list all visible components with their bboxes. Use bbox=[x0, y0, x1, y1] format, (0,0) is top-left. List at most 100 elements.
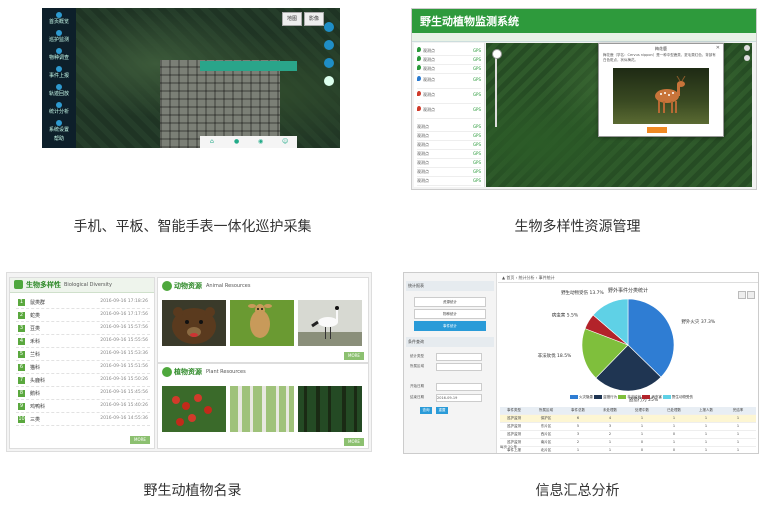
sidebar-item[interactable]: 轨迹回放 bbox=[44, 84, 74, 98]
sidebar-item[interactable]: 帮助 bbox=[44, 136, 74, 143]
more-button[interactable]: MORE bbox=[344, 438, 364, 446]
list-item[interactable]: 3 豆类 2016-09-16 15:57:56 bbox=[16, 324, 150, 335]
phone-header-bar bbox=[200, 61, 297, 71]
region-select[interactable] bbox=[436, 363, 482, 371]
pin-icon bbox=[417, 65, 421, 70]
stat-type-select[interactable] bbox=[436, 353, 482, 361]
biodiversity-title: 生物多样性 bbox=[26, 281, 61, 289]
map-layer-button[interactable]: 地图 bbox=[282, 12, 302, 26]
list-item[interactable]: 观测点 GPS bbox=[417, 159, 481, 168]
sidebar-item[interactable]: 物种调查 bbox=[44, 48, 74, 62]
birch-forest-photo[interactable] bbox=[230, 386, 294, 432]
list-item[interactable]: 1 鼠类群 2016-09-16 17:18:26 bbox=[16, 298, 150, 309]
zoom-in-icon[interactable] bbox=[324, 76, 334, 86]
list-item[interactable]: 4 禾科 2016-09-16 15:55:56 bbox=[16, 337, 150, 348]
camera-icon[interactable]: ◉ bbox=[258, 138, 263, 145]
deer-photo[interactable] bbox=[230, 300, 294, 346]
list-item[interactable]: 8 鹅科 2016-09-16 15:45:56 bbox=[16, 389, 150, 400]
more-button[interactable]: MORE bbox=[130, 436, 150, 444]
sidebar-item[interactable]: 巡护监测 bbox=[44, 30, 74, 44]
table-row[interactable]: 巡护监测 南片区 2 1 0 1 1 1 bbox=[500, 439, 756, 447]
pie-label: 野生动物受伤 13.7% bbox=[561, 289, 604, 296]
list-item[interactable]: 2 蛇类 2016-09-16 17:17:56 bbox=[16, 311, 150, 322]
list-item[interactable]: 观测点 GPS bbox=[417, 150, 481, 159]
table-header: 事件类型 所属区域 事件总数 未处理数 处理中数 已处理数 上报人数 完结率 bbox=[500, 407, 756, 415]
image-layer-button[interactable]: 影像 bbox=[304, 12, 324, 26]
start-date-input[interactable] bbox=[436, 383, 482, 391]
list-item[interactable]: 观测点 GPS bbox=[417, 168, 481, 177]
list-item[interactable]: 观测点 GPS bbox=[417, 106, 481, 119]
list-item[interactable]: 观测点 GPS bbox=[417, 56, 481, 65]
plant-subtitle: Plant Resources bbox=[206, 369, 246, 375]
resource-stats-button[interactable]: 资源统计 bbox=[414, 297, 486, 307]
home-icon[interactable]: ⌂ bbox=[210, 138, 214, 145]
list-item[interactable]: 观测点 GPS bbox=[417, 132, 481, 141]
berries-photo[interactable] bbox=[162, 386, 226, 432]
close-icon[interactable]: ✕ bbox=[716, 45, 720, 51]
detail-button[interactable] bbox=[647, 127, 667, 133]
list-item[interactable]: 10 三类 2016-09-16 14:55:36 bbox=[16, 415, 150, 426]
pager[interactable]: 每页 20 条 bbox=[500, 445, 517, 450]
pin-icon bbox=[417, 47, 421, 52]
list-item[interactable]: 观测点 GPS bbox=[417, 47, 481, 56]
section-title: 条件查询 bbox=[406, 337, 494, 347]
bear-photo[interactable] bbox=[162, 300, 226, 346]
zoom-slider[interactable] bbox=[492, 49, 502, 133]
popup-text: 梅花鹿（学名：Cervus nippon）是一种中型鹿类，夏毛栗红色，背部有白色… bbox=[603, 53, 716, 62]
layers-icon[interactable] bbox=[744, 55, 750, 61]
table-row[interactable]: 巡护监测 西片区 3 2 1 0 1 1 bbox=[500, 431, 756, 439]
more-button[interactable]: MORE bbox=[344, 352, 364, 360]
end-date-field: 结束日期 2016-09-19 bbox=[410, 394, 490, 402]
phone-bottom-nav: ⌂ ● ◉ ☺ bbox=[200, 136, 297, 148]
compass-icon[interactable] bbox=[324, 58, 334, 68]
table-row[interactable]: 巡护监测 保护区 6 4 1 1 1 1 bbox=[500, 415, 756, 423]
sidebar-item[interactable]: 系统设置 bbox=[44, 120, 74, 134]
fullscreen-icon[interactable] bbox=[744, 45, 750, 51]
table-row[interactable]: 事件上报 北片区 1 1 0 0 1 1 bbox=[500, 447, 756, 453]
location-icon[interactable]: ● bbox=[234, 138, 239, 145]
user-icon[interactable]: ☺ bbox=[282, 138, 288, 145]
zoom-knob[interactable] bbox=[492, 49, 502, 59]
animal-subtitle: Animal Resources bbox=[206, 283, 251, 289]
analysis-screenshot: 统计报表 资源统计 物种统计 事件统计 条件查询 统计类型 所属区域 开始日期 … bbox=[403, 272, 759, 454]
patrol-sidebar: 首页概览 巡护监测 物种调查 事件上报 轨迹回放 统计分析 系统设置 帮助 bbox=[42, 8, 76, 148]
menu-icon bbox=[56, 102, 62, 108]
list-item[interactable]: 7 头鹿科 2016-09-16 15:50:26 bbox=[16, 376, 150, 387]
table-row[interactable]: 巡护监测 东片区 5 3 1 1 1 1 bbox=[500, 423, 756, 431]
sidebar-item[interactable]: 事件上报 bbox=[44, 66, 74, 80]
legend-item[interactable]: 盗猎行为 bbox=[594, 395, 617, 399]
pin-icon bbox=[417, 91, 421, 96]
popup-title: 梅花鹿 bbox=[655, 46, 667, 51]
list-item[interactable]: 观测点 GPS bbox=[417, 141, 481, 150]
legend-item[interactable]: 火灾隐患 bbox=[570, 395, 593, 399]
region-field: 所属区域 bbox=[410, 363, 490, 371]
sidebar-item[interactable]: 统计分析 bbox=[44, 102, 74, 116]
list-item[interactable]: 9 鸡鸭科 2016-09-16 15:40:26 bbox=[16, 402, 150, 413]
query-button[interactable]: 查询 bbox=[420, 407, 432, 414]
sidebar-item[interactable]: 首页概览 bbox=[44, 12, 74, 26]
deer-icon bbox=[655, 76, 686, 113]
legend-item[interactable]: 野生动物受伤 bbox=[663, 395, 693, 399]
animal-resources-box: 动物资源 Animal Resources MORE bbox=[157, 277, 369, 363]
crane-photo[interactable] bbox=[298, 300, 362, 346]
layers-icon[interactable] bbox=[324, 40, 334, 50]
list-item[interactable]: 观测点 GPS bbox=[417, 177, 481, 186]
list-item[interactable]: 6 猫科 2016-09-16 15:51:56 bbox=[16, 363, 150, 374]
chart-legend: 火灾隐患 盗猎行为 非法砍伐 病虫害 野生动物受伤 bbox=[570, 395, 693, 400]
event-stats-button[interactable]: 事件统计 bbox=[414, 321, 486, 331]
legend-item[interactable]: 病虫害 bbox=[642, 395, 662, 399]
list-item[interactable]: 观测点 GPS bbox=[417, 91, 481, 104]
list-item[interactable]: 观测点 GPS bbox=[417, 65, 481, 74]
point-list-panel: 观测点 GPS 观测点 GPS 观测点 GPS 观测点 GPS 观测点 GPS 观测点 GP… bbox=[414, 43, 485, 187]
species-stats-button[interactable]: 物种统计 bbox=[414, 309, 486, 319]
pie-label: 野外火灾 37.3% bbox=[681, 318, 715, 325]
locate-icon[interactable] bbox=[324, 22, 334, 32]
reset-button[interactable]: 重置 bbox=[436, 407, 448, 414]
list-item[interactable]: 观测点 GPS bbox=[417, 76, 481, 89]
end-date-input[interactable]: 2016-09-19 bbox=[436, 394, 482, 402]
list-item[interactable]: 观测点 GPS bbox=[417, 123, 481, 132]
list-item[interactable]: 5 兰科 2016-09-16 15:53:36 bbox=[16, 350, 150, 361]
dark-forest-photo[interactable] bbox=[298, 386, 362, 432]
legend-item[interactable]: 非法砍伐 bbox=[618, 395, 641, 399]
leaf-icon bbox=[162, 367, 172, 377]
